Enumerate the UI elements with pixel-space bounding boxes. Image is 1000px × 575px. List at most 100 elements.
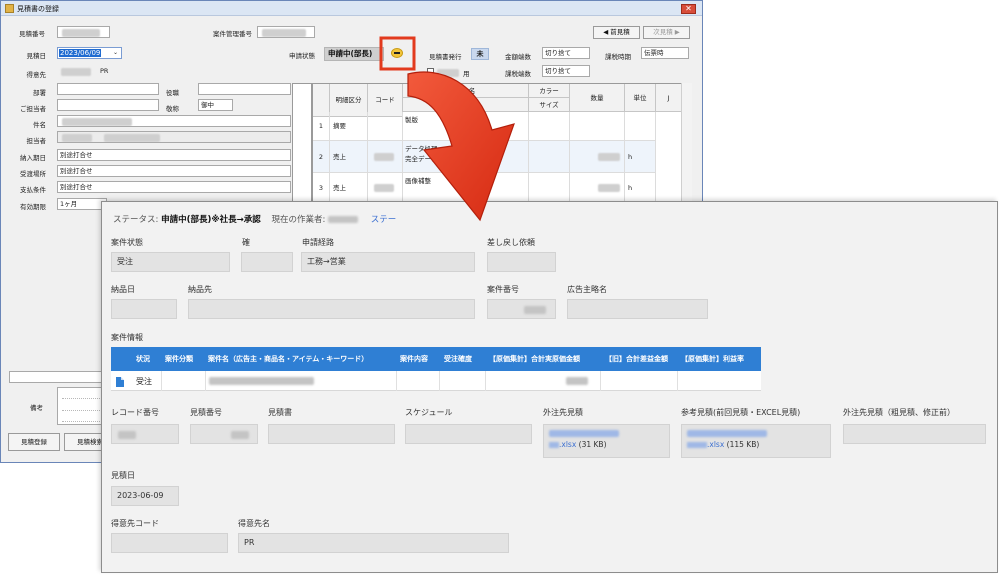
- subject-label: 件名: [33, 121, 46, 129]
- title-role-label: 役職: [166, 89, 179, 97]
- th-margin: 【旧】合計差益金額: [605, 355, 668, 363]
- staff-field[interactable]: [57, 131, 291, 143]
- th-category: 案件分類: [165, 355, 193, 363]
- case-table-header: 状況 案件分類 案件名（広告主・商品名・アイテム・キーワード） 案件内容 受注確…: [111, 347, 761, 371]
- delivery-place-label: 受渡場所: [20, 170, 46, 178]
- row-quantity[interactable]: [570, 112, 625, 141]
- quote-issue-badge: 未: [471, 48, 489, 60]
- row-unit[interactable]: h: [625, 173, 656, 202]
- subject-field[interactable]: [57, 115, 291, 127]
- row-number: 2: [313, 141, 330, 173]
- route-value: 工務→営業: [301, 252, 475, 272]
- row-color[interactable]: [529, 173, 570, 202]
- row-color[interactable]: [529, 112, 570, 141]
- col-quantity: 数量: [570, 84, 625, 112]
- row-code[interactable]: [368, 141, 403, 173]
- amount-rounding-label: 金額端数: [505, 53, 531, 61]
- row-code[interactable]: [368, 112, 403, 141]
- quote-no-value: [190, 424, 258, 444]
- tax-timing-label: 課税時期: [605, 53, 631, 61]
- customer-label: 得意先: [26, 71, 47, 79]
- current-worker-label: 現在の作業者:: [271, 215, 326, 225]
- reference-quote-attachment[interactable]: .xlsx (115 KB): [681, 424, 831, 458]
- approval-status-icon[interactable]: [391, 48, 403, 58]
- register-quote-button[interactable]: 見積登録: [8, 433, 60, 451]
- case-no-value: [487, 299, 556, 319]
- prev-quote-button[interactable]: ◀ 前見積: [593, 26, 640, 39]
- delivery-date-label: 納入期日: [20, 154, 46, 162]
- title-bar: 見積書の登録 ✕: [1, 1, 702, 16]
- payment-terms-label: 支払条件: [20, 186, 46, 194]
- attachment-2-ext[interactable]: .xlsx: [707, 440, 724, 449]
- next-quote-button[interactable]: 次見積 ▶: [643, 26, 690, 39]
- row-unit[interactable]: h: [625, 141, 656, 173]
- outsourced-quote-attachment[interactable]: .xlsx (31 KB): [543, 424, 670, 458]
- title-role-field[interactable]: [198, 83, 291, 95]
- customer-name-label: 得意先名: [238, 519, 270, 528]
- delivery-place-field[interactable]: 別途打合せ: [57, 165, 291, 177]
- quote-date-value: 2023-06-09: [111, 486, 179, 506]
- attachment-2[interactable]: .xlsx (115 KB): [687, 439, 759, 451]
- row-number: 1: [313, 112, 330, 141]
- document-icon[interactable]: [116, 377, 124, 387]
- yen-checkbox[interactable]: [427, 68, 434, 75]
- ad-short-value: [567, 299, 708, 319]
- attachment-1-ext[interactable]: .xlsx: [559, 440, 576, 449]
- quote-no-label: 見積番号: [19, 30, 45, 38]
- staff-label: 担当者: [26, 137, 47, 145]
- quote-date-picker[interactable]: 2023/06/09 ⌄: [57, 47, 122, 59]
- col-extra: J: [656, 84, 682, 112]
- chevron-down-icon[interactable]: ⌄: [113, 49, 120, 57]
- honorific-field[interactable]: 御中: [198, 99, 233, 111]
- close-button[interactable]: ✕: [681, 4, 696, 14]
- attachment-1[interactable]: .xlsx (31 KB): [549, 439, 607, 451]
- quote-doc-label: 見積書: [268, 408, 292, 417]
- row-product[interactable]: データ処理 完全データ・確認、データUP: [403, 141, 529, 173]
- customer-code-label: 得意先コード: [111, 519, 159, 528]
- row-quantity[interactable]: [570, 141, 625, 173]
- schedule-value: [405, 424, 532, 444]
- status-value: 申請中(部長)※社長→承認: [161, 215, 261, 225]
- route-label: 申請経路: [302, 238, 334, 247]
- amount-rounding-field[interactable]: 切り捨て: [542, 47, 590, 59]
- row-product[interactable]: 画像補整: [403, 173, 529, 202]
- row-product-line1: 製版: [405, 116, 418, 124]
- delivery-date-value: [111, 299, 177, 319]
- grid-vertical-scrollbar[interactable]: [681, 83, 692, 203]
- th-probability: 受注確度: [444, 355, 472, 363]
- customer-field[interactable]: PR: [57, 66, 291, 78]
- case-status-label: 案件状態: [111, 238, 143, 247]
- customer-suffix: PR: [100, 67, 109, 75]
- payment-terms-field[interactable]: 別途打合せ: [57, 181, 291, 193]
- valid-period-field[interactable]: 1ヶ月: [57, 198, 107, 210]
- tax-rounding-field[interactable]: 切り捨て: [542, 65, 590, 77]
- person-in-charge-field[interactable]: [57, 99, 159, 111]
- col-size: サイズ: [529, 98, 570, 112]
- row-type[interactable]: 摘要: [330, 112, 368, 141]
- delivery-date-field[interactable]: 別途打合せ: [57, 149, 291, 161]
- row-quantity[interactable]: [570, 173, 625, 202]
- row-code[interactable]: [368, 173, 403, 202]
- row-product[interactable]: 製版: [403, 112, 529, 141]
- col-product-name: 商品名: [403, 84, 529, 98]
- honorific-label: 敬称: [166, 105, 179, 113]
- department-field[interactable]: [57, 83, 159, 95]
- case-detail-panel: ステータス: 申請中(部長)※社長→承認 現在の作業者: ステー 案件状態 受注…: [101, 201, 998, 573]
- tax-timing-field[interactable]: 伝票時: [641, 47, 689, 59]
- row-type[interactable]: 売上: [330, 173, 368, 202]
- row-color[interactable]: [529, 141, 570, 173]
- current-worker-value: [328, 216, 359, 223]
- delivery-date-label: 納品日: [111, 285, 135, 294]
- case-no-label: 案件番号: [487, 285, 519, 294]
- kakudo-value: [241, 252, 293, 272]
- status-link[interactable]: ステー: [371, 215, 397, 225]
- th-content: 案件内容: [400, 355, 428, 363]
- status-line: ステータス: 申請中(部長)※社長→承認 現在の作業者: ステー: [113, 213, 396, 225]
- case-table-row[interactable]: 受注: [111, 371, 761, 391]
- row-type[interactable]: 売上: [330, 141, 368, 173]
- quote-no-field: [57, 26, 110, 38]
- row-unit[interactable]: [625, 112, 656, 141]
- grid-left-gutter: [292, 83, 312, 203]
- case-mgmt-no-label: 案件管理番号: [213, 30, 252, 38]
- attachment-1-size: (31 KB): [578, 440, 607, 449]
